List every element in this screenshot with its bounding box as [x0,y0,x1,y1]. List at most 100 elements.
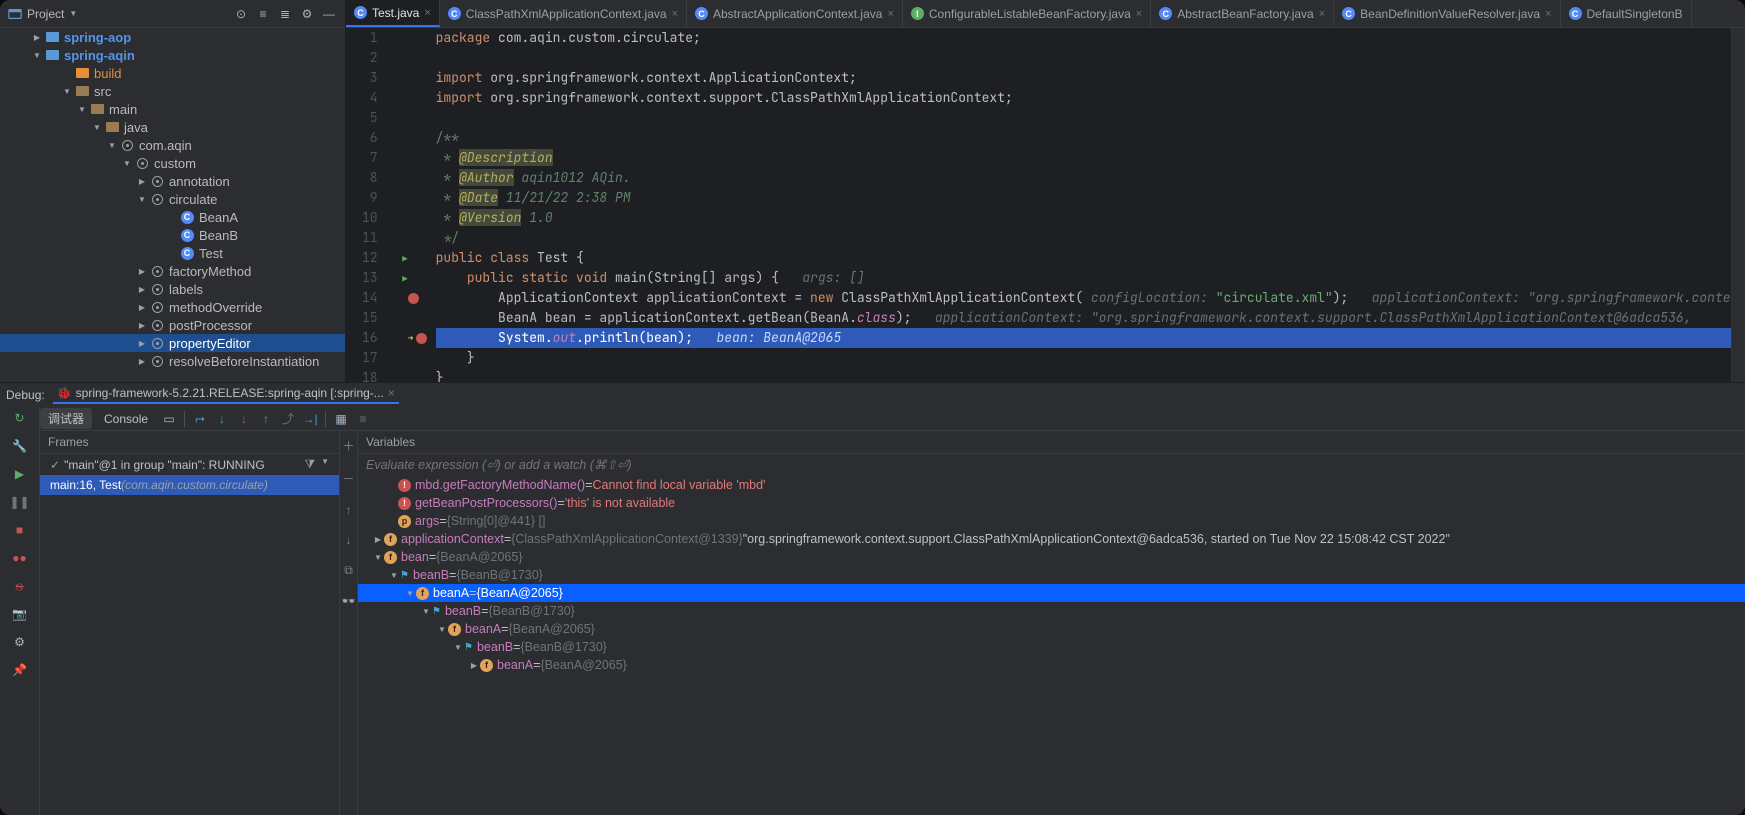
expand-icon[interactable]: ▶ [372,535,384,544]
thread-selector[interactable]: ✓ "main"@1 in group "main": RUNNING ⧩ ▼ [40,454,339,475]
editor-tab-classpathxmlapplicationcontext-java[interactable]: CClassPathXmlApplicationContext.java× [440,0,687,27]
expand-icon[interactable]: ▶ [468,661,480,670]
code-editor[interactable]: package com.aqin.custom.circulate;import… [428,28,1731,382]
expand-icon[interactable]: ▶ [135,303,149,312]
code-line-2[interactable] [436,48,1731,68]
close-icon[interactable]: × [887,8,893,20]
breakpoint-icon[interactable] [416,333,427,344]
mute-breakpoints-icon[interactable]: ⦸ [11,577,29,595]
stop-icon[interactable]: ■ [11,521,29,539]
variable-mbd-getFactoryMethodName-[interactable]: !mbd.getFactoryMethodName() = Cannot fin… [358,476,1745,494]
close-icon[interactable]: × [1319,8,1325,20]
editor-tab-configurablelistablebeanfactory-java[interactable]: IConfigurableListableBeanFactory.java× [903,0,1151,27]
expand-icon[interactable]: ▶ [135,285,149,294]
chevron-down-icon[interactable]: ▼ [321,457,329,472]
pause-icon[interactable]: ❚❚ [11,493,29,511]
expand-icon[interactable]: ▼ [388,571,400,580]
modify-run-icon[interactable]: 🔧 [11,437,29,455]
code-line-6[interactable]: /** [436,128,1731,148]
expand-icon[interactable]: ▼ [75,105,89,114]
tree-item-com-aqin[interactable]: ▼com.aqin [0,136,345,154]
code-line-9[interactable]: * @Date 11/21/22 2:38 PM [436,188,1731,208]
code-line-14[interactable]: ApplicationContext applicationContext = … [436,288,1731,308]
up-arrow-icon[interactable]: ↑ [346,503,352,517]
editor-tabs[interactable]: CTest.java×CClassPathXmlApplicationConte… [346,0,1745,28]
debug-config-tab[interactable]: 🐞 spring-framework-5.2.21.RELEASE:spring… [53,386,399,404]
editor-tab-defaultsingletonb[interactable]: CDefaultSingletonB [1561,0,1692,27]
expand-icon[interactable]: ▼ [90,123,104,132]
variable-beanA[interactable]: ▶fbeanA = {BeanA@2065} [358,656,1745,674]
tree-item-spring-aqin[interactable]: ▼spring-aqin [0,46,345,64]
expand-icon[interactable]: ▶ [135,177,149,186]
editor-gutter[interactable]: 123456789101112131415161718 ▶▶ ➔ [346,28,428,382]
tree-item-resolvebeforeinstantiation[interactable]: ▶resolveBeforeInstantiation [0,352,345,370]
step-over-icon[interactable]: ⮣ [191,410,209,428]
variable-beanB[interactable]: ▼⚑beanB = {BeanB@1730} [358,602,1745,620]
tree-item-annotation[interactable]: ▶annotation [0,172,345,190]
breakpoints-icon[interactable]: ●● [11,549,29,567]
resume-icon[interactable]: ▶ [11,465,29,483]
variable-applicationContext[interactable]: ▶fapplicationContext = {ClassPathXmlAppl… [358,530,1745,548]
close-icon[interactable]: × [1136,8,1142,20]
pin-icon[interactable]: 📌 [11,661,29,679]
tree-item-main[interactable]: ▼main [0,100,345,118]
expand-icon[interactable]: ▼ [452,643,464,652]
tree-item-java[interactable]: ▼java [0,118,345,136]
console-tab[interactable]: Console [96,410,156,428]
remove-watch-icon[interactable]: － [342,470,354,487]
expand-icon[interactable]: ▼ [404,589,416,598]
run-gutter[interactable]: ▶▶ [388,28,408,382]
expand-icon[interactable]: ▼ [135,195,149,204]
run-to-cursor-icon[interactable]: →| [301,410,319,428]
expand-icon[interactable]: ▼ [105,141,119,150]
variable-getBeanPostProcessors-[interactable]: !getBeanPostProcessors() = 'this' is not… [358,494,1745,512]
tree-item-circulate[interactable]: ▼circulate [0,190,345,208]
code-line-8[interactable]: * @Author aqin1012 AQin. [436,168,1731,188]
stack-frame[interactable]: main:16, Test (com.aqin.custom.circulate… [40,475,339,495]
hide-icon[interactable]: — [321,6,337,22]
expand-icon[interactable]: ▶ [135,357,149,366]
tree-item-postprocessor[interactable]: ▶postProcessor [0,316,345,334]
add-watch-icon[interactable]: ＋ [342,437,354,454]
code-line-7[interactable]: * @Description [436,148,1731,168]
code-line-10[interactable]: * @Version 1.0 [436,208,1731,228]
variable-beanA[interactable]: ▼fbeanA = {BeanA@2065} [358,620,1745,638]
expand-icon[interactable]: ▼ [372,553,384,562]
down-arrow-icon[interactable]: ↓ [346,533,352,547]
trace-icon[interactable]: ≡ [354,410,372,428]
breakpoint-gutter[interactable]: ➔ [408,28,428,382]
settings-icon[interactable]: ⚙ [11,633,29,651]
tree-item-build[interactable]: build [0,64,345,82]
step-into-icon[interactable]: ↓ [213,410,231,428]
evaluate-icon[interactable]: ▦ [332,410,350,428]
variable-beanB[interactable]: ▼⚑beanB = {BeanB@1730} [358,566,1745,584]
expand-icon[interactable]: ▼ [420,607,432,616]
variable-beanB[interactable]: ▼⚑beanB = {BeanB@1730} [358,638,1745,656]
expand-icon[interactable]: ▶ [30,33,44,42]
tree-item-custom[interactable]: ▼custom [0,154,345,172]
expand-icon[interactable]: ▼ [60,87,74,96]
editor-tab-beandefinitionvalueresolver-java[interactable]: CBeanDefinitionValueResolver.java× [1334,0,1560,27]
editor-tab-test-java[interactable]: CTest.java× [346,0,440,27]
editor-scrollbar-marker[interactable] [1731,28,1745,382]
editor-tab-abstractapplicationcontext-java[interactable]: CAbstractApplicationContext.java× [687,0,903,27]
code-line-17[interactable]: } [436,348,1731,368]
tree-item-src[interactable]: ▼src [0,82,345,100]
close-icon[interactable]: × [424,7,430,19]
tree-item-test[interactable]: CTest [0,244,345,262]
code-line-16[interactable]: System.out.println(bean); bean: BeanA@20… [436,328,1731,348]
expand-icon[interactable]: ▶ [135,267,149,276]
project-tree[interactable]: ▶spring-aop▼spring-aqinbuild▼src▼main▼ja… [0,28,345,382]
expand-icon[interactable]: ▼ [120,159,134,168]
code-line-18[interactable]: } [436,368,1731,382]
tree-item-labels[interactable]: ▶labels [0,280,345,298]
variable-bean[interactable]: ▼fbean = {BeanA@2065} [358,548,1745,566]
close-icon[interactable]: × [1545,8,1551,20]
step-out-icon[interactable]: ↑ [257,410,275,428]
project-view-selector[interactable]: Project ▼ [8,7,77,21]
close-icon[interactable]: × [388,386,395,400]
expand-all-icon[interactable]: ≡ [255,6,271,22]
collapse-all-icon[interactable]: ≣ [277,6,293,22]
editor-tab-abstractbeanfactory-java[interactable]: CAbstractBeanFactory.java× [1151,0,1334,27]
settings-icon[interactable]: ⚙ [299,6,315,22]
